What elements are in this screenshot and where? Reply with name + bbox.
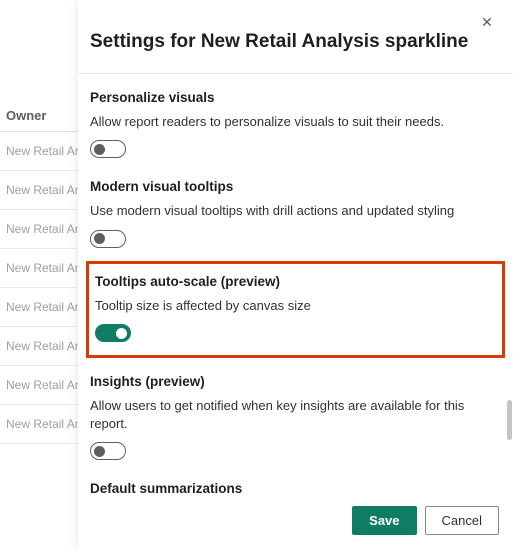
panel-body: Personalize visuals Allow report readers… [78,74,513,496]
section-description: Use modern visual tooltips with drill ac… [90,202,501,220]
close-icon: ✕ [481,14,493,31]
section-personalize-visuals: Personalize visuals Allow report readers… [90,78,501,168]
scrollbar-thumb[interactable] [507,400,512,440]
table-row[interactable]: New Retail Ana [0,210,80,249]
section-title: Insights (preview) [90,374,501,389]
section-title: Default summarizations [90,481,501,496]
panel-footer: Save Cancel [78,496,513,549]
toggle-modern-tooltips[interactable] [90,230,126,248]
settings-panel: ✕ Settings for New Retail Analysis spark… [78,0,513,549]
toggle-personalize-visuals[interactable] [90,140,126,158]
panel-header: ✕ Settings for New Retail Analysis spark… [78,0,513,74]
toggle-insights[interactable] [90,442,126,460]
save-button[interactable]: Save [352,506,416,535]
table-row[interactable]: New Retail Ana [0,171,80,210]
background-table: Owner New Retail Ana New Retail Ana New … [0,100,80,444]
column-header-owner[interactable]: Owner [0,100,80,132]
section-title: Personalize visuals [90,90,501,105]
table-row[interactable]: New Retail Ana [0,132,80,171]
table-row[interactable]: New Retail Ana [0,366,80,405]
table-row[interactable]: New Retail Ana [0,327,80,366]
section-tooltips-auto-scale: Tooltips auto-scale (preview) Tooltip si… [86,261,505,359]
section-insights: Insights (preview) Allow users to get no… [90,362,501,469]
close-button[interactable]: ✕ [475,10,499,34]
section-description: Allow users to get notified when key ins… [90,397,501,432]
section-title: Modern visual tooltips [90,179,501,194]
section-title: Tooltips auto-scale (preview) [95,274,496,289]
cancel-button[interactable]: Cancel [425,506,499,535]
section-default-summarizations: Default summarizations For aggregated fi… [90,469,501,496]
table-row[interactable]: New Retail Ana [0,288,80,327]
section-modern-tooltips: Modern visual tooltips Use modern visual… [90,167,501,257]
table-row[interactable]: New Retail Ana [0,405,80,444]
panel-title: Settings for New Retail Analysis sparkli… [90,30,489,55]
table-row[interactable]: New Retail Ana [0,249,80,288]
section-description: Tooltip size is affected by canvas size [95,297,496,315]
toggle-tooltips-auto-scale[interactable] [95,324,131,342]
section-description: Allow report readers to personalize visu… [90,113,501,131]
